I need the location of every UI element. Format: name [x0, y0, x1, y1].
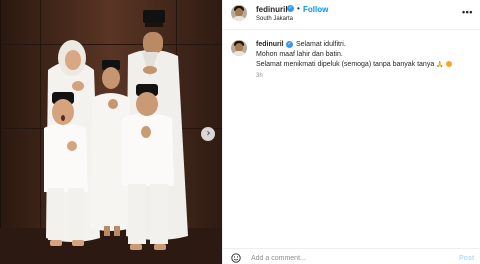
verified-badge-icon: ✓: [286, 41, 293, 48]
post-username[interactable]: fedinuril: [256, 5, 288, 14]
add-comment-bar: Post: [223, 248, 480, 264]
next-photo-button[interactable]: ›: [201, 127, 215, 141]
post-location[interactable]: South Jakarta: [256, 16, 293, 22]
separator-dot: •: [297, 4, 300, 13]
family-photo-image: [0, 0, 222, 264]
caption-avatar[interactable]: [231, 40, 247, 56]
post-header: fedinuril ✓ • Follow South Jakarta •••: [223, 0, 480, 30]
caption-line-3-text: Selamat menikmati dipeluk (semoga) tanpa…: [256, 61, 435, 68]
emoji-picker-icon[interactable]: [231, 253, 241, 263]
chevron-right-icon: ›: [206, 128, 211, 139]
post-timestamp[interactable]: 3h: [256, 73, 263, 79]
verified-badge-icon: ✓: [287, 5, 294, 12]
caption-username[interactable]: fedinuril: [256, 41, 284, 48]
comment-input[interactable]: [251, 255, 441, 262]
post-photo: ›: [0, 0, 222, 264]
post-sidebar: fedinuril ✓ • Follow South Jakarta ••• f…: [222, 0, 480, 264]
avatar[interactable]: [231, 5, 247, 21]
praying-hands-icon: 🙏: [436, 61, 444, 68]
caption-line-3: Selamat menikmati dipeluk (semoga) tanpa…: [256, 61, 452, 68]
post-comment-button[interactable]: Post: [459, 255, 474, 262]
smiling-face-icon: [445, 61, 452, 67]
more-options-icon[interactable]: •••: [462, 7, 473, 17]
follow-button[interactable]: Follow: [303, 5, 328, 14]
caption-line-1: Selamat idulfitri.: [296, 41, 346, 48]
caption-line-2: Mohon maaf lahir dan batin.: [256, 51, 343, 58]
